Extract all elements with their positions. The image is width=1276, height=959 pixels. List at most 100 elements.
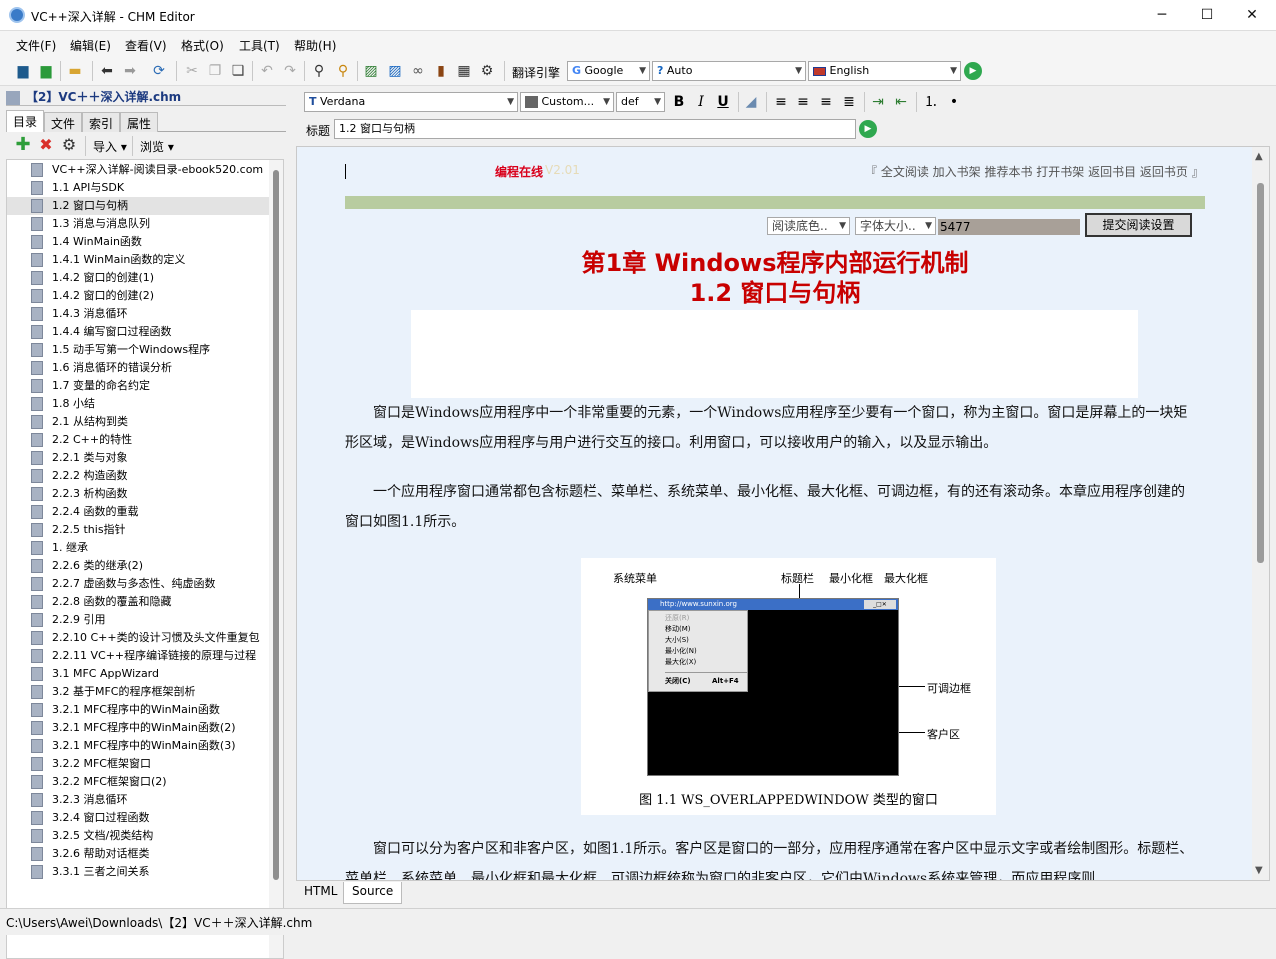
tree-item[interactable]: 3.2.1 MFC程序中的WinMain函数(2) <box>7 719 269 737</box>
tree-item[interactable]: 3.2.3 消息循环 <box>7 791 269 809</box>
tree-scrollbar[interactable] <box>269 160 283 958</box>
numbered-list-icon[interactable]: ⒈ <box>922 93 940 111</box>
tree-item[interactable]: 1.6 消息循环的错误分析 <box>7 359 269 377</box>
tree-item[interactable]: 1.2 窗口与句柄 <box>7 197 269 215</box>
tree-item[interactable]: 2.2.11 VC++程序编译链接的原理与过程 <box>7 647 269 665</box>
target-lang-select[interactable]: English ▼ <box>808 61 961 81</box>
bold-icon[interactable]: B <box>670 93 688 111</box>
size-select[interactable]: def ▼ <box>616 92 665 112</box>
menu-format[interactable]: 格式(O) <box>181 37 224 54</box>
content-scrollbar[interactable]: ▲ ▼ <box>1252 147 1269 880</box>
tree-item[interactable]: 1.4.4 编写窗口过程函数 <box>7 323 269 341</box>
tree-item[interactable]: 3.2 基于MFC的程序框架剖析 <box>7 683 269 701</box>
tree-item[interactable]: 1.5 动手写第一个Windows程序 <box>7 341 269 359</box>
table-icon[interactable]: ▦ <box>455 62 473 80</box>
tree-item[interactable]: 1.4.2 窗口的创建(1) <box>7 269 269 287</box>
refresh-icon[interactable]: ⟳ <box>150 62 168 80</box>
close-button[interactable]: ✕ <box>1229 0 1275 31</box>
tree-item[interactable]: 2.2 C++的特性 <box>7 431 269 449</box>
tree-item[interactable]: 2.2.5 this指针 <box>7 521 269 539</box>
undo-icon[interactable]: ↶ <box>258 62 276 80</box>
tree-item[interactable]: 1. 继承 <box>7 539 269 557</box>
outdent-icon[interactable]: ⇤ <box>892 93 910 111</box>
align-left-icon[interactable]: ≡ <box>772 93 790 111</box>
menu-file[interactable]: 文件(F) <box>16 37 56 54</box>
tree-item[interactable]: 2.2.6 类的继承(2) <box>7 557 269 575</box>
add-icon[interactable]: ✚ <box>14 136 32 154</box>
tab-properties[interactable]: 属性 <box>120 112 159 132</box>
tab-contents[interactable]: 目录 <box>6 110 45 132</box>
menu-help[interactable]: 帮助(H) <box>294 37 336 54</box>
engine-select[interactable]: G Google ▼ <box>567 61 650 81</box>
search-icon[interactable]: ⚲ <box>310 62 328 80</box>
menu-tools[interactable]: 工具(T) <box>239 37 280 54</box>
delete-icon[interactable]: ✖ <box>37 136 55 154</box>
tree-item[interactable]: 1.1 API与SDK <box>7 179 269 197</box>
toc-tree[interactable]: VC++深入详解-阅读目录-ebook520.com 1.1 API与SDK 1.2… <box>6 159 284 959</box>
link-icon[interactable]: ∞ <box>409 62 427 80</box>
font-size-select[interactable]: 字体大小.. ▼ <box>855 217 936 235</box>
copy-icon[interactable]: ❐ <box>206 62 224 80</box>
nav-links[interactable]: 『 全文阅读 加入书架 推荐本书 打开书架 返回书目 返回书页 』 <box>865 163 1204 180</box>
tree-item[interactable]: 3.2.2 MFC框架窗口 <box>7 755 269 773</box>
tree-item[interactable]: 3.2.1 MFC程序中的WinMain函数(3) <box>7 737 269 755</box>
tree-item[interactable]: 1.4 WinMain函数 <box>7 233 269 251</box>
back-icon[interactable]: ⬅ <box>98 62 116 80</box>
tab-files[interactable]: 文件 <box>44 112 83 132</box>
browse-button[interactable]: 浏览 ▾ <box>140 138 174 155</box>
italic-icon[interactable]: I <box>692 93 710 111</box>
site-name[interactable]: 编程在线 <box>495 163 543 180</box>
color-select[interactable]: Custom... ▼ <box>520 92 614 112</box>
tree-item[interactable]: 1.4.1 WinMain函数的定义 <box>7 251 269 269</box>
tree-item[interactable]: 3.2.1 MFC程序中的WinMain函数 <box>7 701 269 719</box>
tree-item[interactable]: 2.2.10 C++类的设计习惯及头文件重复包 <box>7 629 269 647</box>
menu-edit[interactable]: 编辑(E) <box>70 37 111 54</box>
forward-icon[interactable]: ➡ <box>121 62 139 80</box>
tree-item[interactable]: 2.2.7 虚函数与多态性、纯虚函数 <box>7 575 269 593</box>
tree-item[interactable]: 1.8 小结 <box>7 395 269 413</box>
tree-item[interactable]: 2.1 从结构到类 <box>7 413 269 431</box>
tree-item[interactable]: VC++深入详解-阅读目录-ebook520.com <box>7 161 269 179</box>
minimize-button[interactable]: ─ <box>1139 0 1185 31</box>
title-input[interactable]: 1.2 窗口与句柄 <box>334 119 856 139</box>
tab-index[interactable]: 索引 <box>82 112 121 132</box>
content-scroll-thumb[interactable] <box>1257 183 1264 563</box>
cut-icon[interactable]: ✂ <box>183 62 201 80</box>
tree-item[interactable]: 2.2.9 引用 <box>7 611 269 629</box>
tree-item[interactable]: 2.2.3 析构函数 <box>7 485 269 503</box>
menu-view[interactable]: 查看(V) <box>125 37 167 54</box>
translate-go-button[interactable]: ▶ <box>964 62 982 80</box>
align-center-icon[interactable]: ≡ <box>794 93 812 111</box>
new-book-icon[interactable]: ▆ <box>14 62 32 80</box>
tree-item[interactable]: 2.2.2 构造函数 <box>7 467 269 485</box>
tree-item[interactable]: 1.4.2 窗口的创建(2) <box>7 287 269 305</box>
bg-color-select[interactable]: 阅读底色.. ▼ <box>767 217 850 235</box>
tree-scroll-thumb[interactable] <box>273 170 279 880</box>
redo-icon[interactable]: ↷ <box>281 62 299 80</box>
tree-item[interactable]: 2.2.1 类与对象 <box>7 449 269 467</box>
bullet-list-icon[interactable]: • <box>945 93 963 111</box>
tab-source[interactable]: Source <box>343 882 403 904</box>
tree-item[interactable]: 1.4.3 消息循环 <box>7 305 269 323</box>
submit-settings-button[interactable]: 提交阅读设置 <box>1085 213 1192 237</box>
underline-icon[interactable]: U <box>714 93 732 111</box>
save-icon[interactable]: ▆ <box>37 62 55 80</box>
tree-item[interactable]: 1.7 变量的命名约定 <box>7 377 269 395</box>
tree-item[interactable]: 3.2.4 窗口过程函数 <box>7 809 269 827</box>
html-preview[interactable]: 编程在线 V2.01 『 全文阅读 加入书架 推荐本书 打开书架 返回书目 返回… <box>296 146 1270 881</box>
paste-icon[interactable]: ❏ <box>229 62 247 80</box>
replace-icon[interactable]: ⚲ <box>334 62 352 80</box>
bookmark-icon[interactable]: ▮ <box>432 62 450 80</box>
tree-settings-icon[interactable]: ⚙ <box>60 136 78 154</box>
tree-item[interactable]: 1.3 消息与消息队列 <box>7 215 269 233</box>
number-field[interactable]: 5477 <box>938 219 1080 235</box>
apply-title-button[interactable]: ▶ <box>859 120 877 138</box>
tree-item[interactable]: 3.1 MFC AppWizard <box>7 665 269 683</box>
tree-item[interactable]: 3.3.1 三者之间关系 <box>7 863 269 881</box>
open-folder-icon[interactable]: ▬ <box>66 62 84 80</box>
justify-icon[interactable]: ≣ <box>840 93 858 111</box>
font-select[interactable]: T Verdana ▼ <box>304 92 518 112</box>
settings-icon[interactable]: ⚙ <box>478 62 496 80</box>
import-button[interactable]: 导入 ▾ <box>93 138 127 155</box>
indent-icon[interactable]: ⇥ <box>869 93 887 111</box>
